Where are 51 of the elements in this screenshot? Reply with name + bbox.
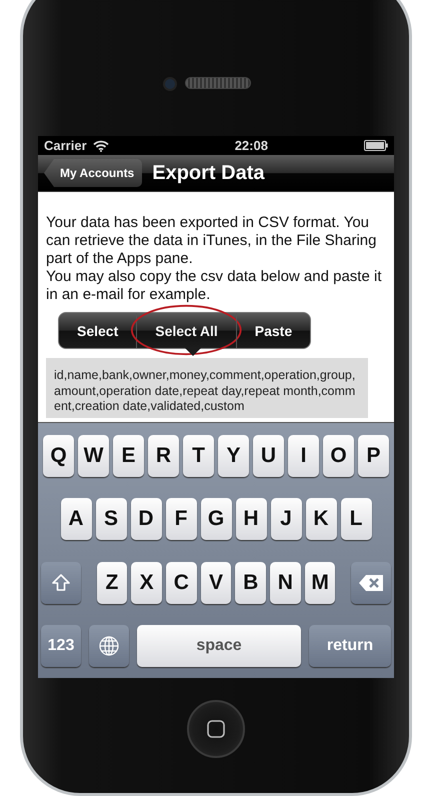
carrier-label: Carrier [44,138,87,153]
menu-item[interactable]: Select [59,313,136,348]
space-key[interactable]: space [137,625,301,668]
letter-key[interactable]: C [166,562,197,604]
back-button[interactable]: My Accounts [44,159,142,187]
letter-key[interactable]: V [200,562,232,604]
letter-key[interactable]: T [183,434,214,476]
csv-text-area[interactable]: id,name,bank,owner,money,comment,operation,group,amount,operation date,repeat day,repeat month,comment,creation date,validated,custom [46,358,368,418]
shift-key[interactable] [41,562,81,604]
letter-key[interactable]: L [340,498,372,540]
message-text: You may also copy the csv data below and paste it in an e-mail for example. [46,268,382,304]
backspace-icon [358,574,384,592]
letter-key[interactable]: G [200,498,232,540]
status-time: 22:08 [234,138,268,153]
letter-key[interactable]: N [270,562,301,604]
camera-lens [163,77,177,91]
letter-key[interactable]: K [306,498,336,540]
letter-key[interactable]: Y [218,434,249,476]
menu-pointer-icon [185,348,201,356]
letter-key[interactable]: D [130,498,162,540]
letter-key[interactable]: I [288,434,319,476]
csv-text: id,name,bank,owner,money,comment,operation,group,amount,operation date,repeat day,repeat month,comment,creation date,validated,custom [54,368,356,413]
letter-key[interactable]: M [304,562,336,604]
delete-key[interactable] [351,562,391,604]
message-text: Your data has been exported in CSV format. You can retrieve the data in iTunes, in the File Sharing part of the Apps pane. [46,214,378,268]
letter-key[interactable]: U [253,434,284,476]
letter-key[interactable]: P [358,434,389,476]
speaker-grille [185,77,251,89]
globe-key[interactable] [89,625,129,668]
letter-key[interactable]: W [78,434,109,476]
letter-key[interactable]: H [236,498,266,540]
letter-key[interactable]: A [60,498,92,540]
letter-key[interactable]: X [131,562,162,604]
wifi-icon [92,140,109,152]
nav-title: Export Data [152,162,264,184]
letter-key[interactable]: E [113,434,144,476]
shift-arrow-icon [50,572,71,593]
letter-key[interactable]: J [270,498,302,540]
letter-key[interactable]: B [235,562,266,604]
menu-item[interactable]: Paste [236,313,310,348]
letter-key[interactable]: Q [43,434,74,476]
battery-icon [364,140,388,151]
letter-key[interactable]: F [166,498,196,540]
rounded-square-icon [206,718,226,738]
numbers-key[interactable]: 123 [41,625,81,668]
return-key[interactable]: return [309,625,391,668]
letter-key[interactable]: R [148,434,179,476]
letter-key[interactable]: O [323,434,354,476]
globe-icon [98,635,120,658]
letter-key[interactable]: Z [96,562,128,604]
letter-key[interactable]: S [96,498,126,540]
